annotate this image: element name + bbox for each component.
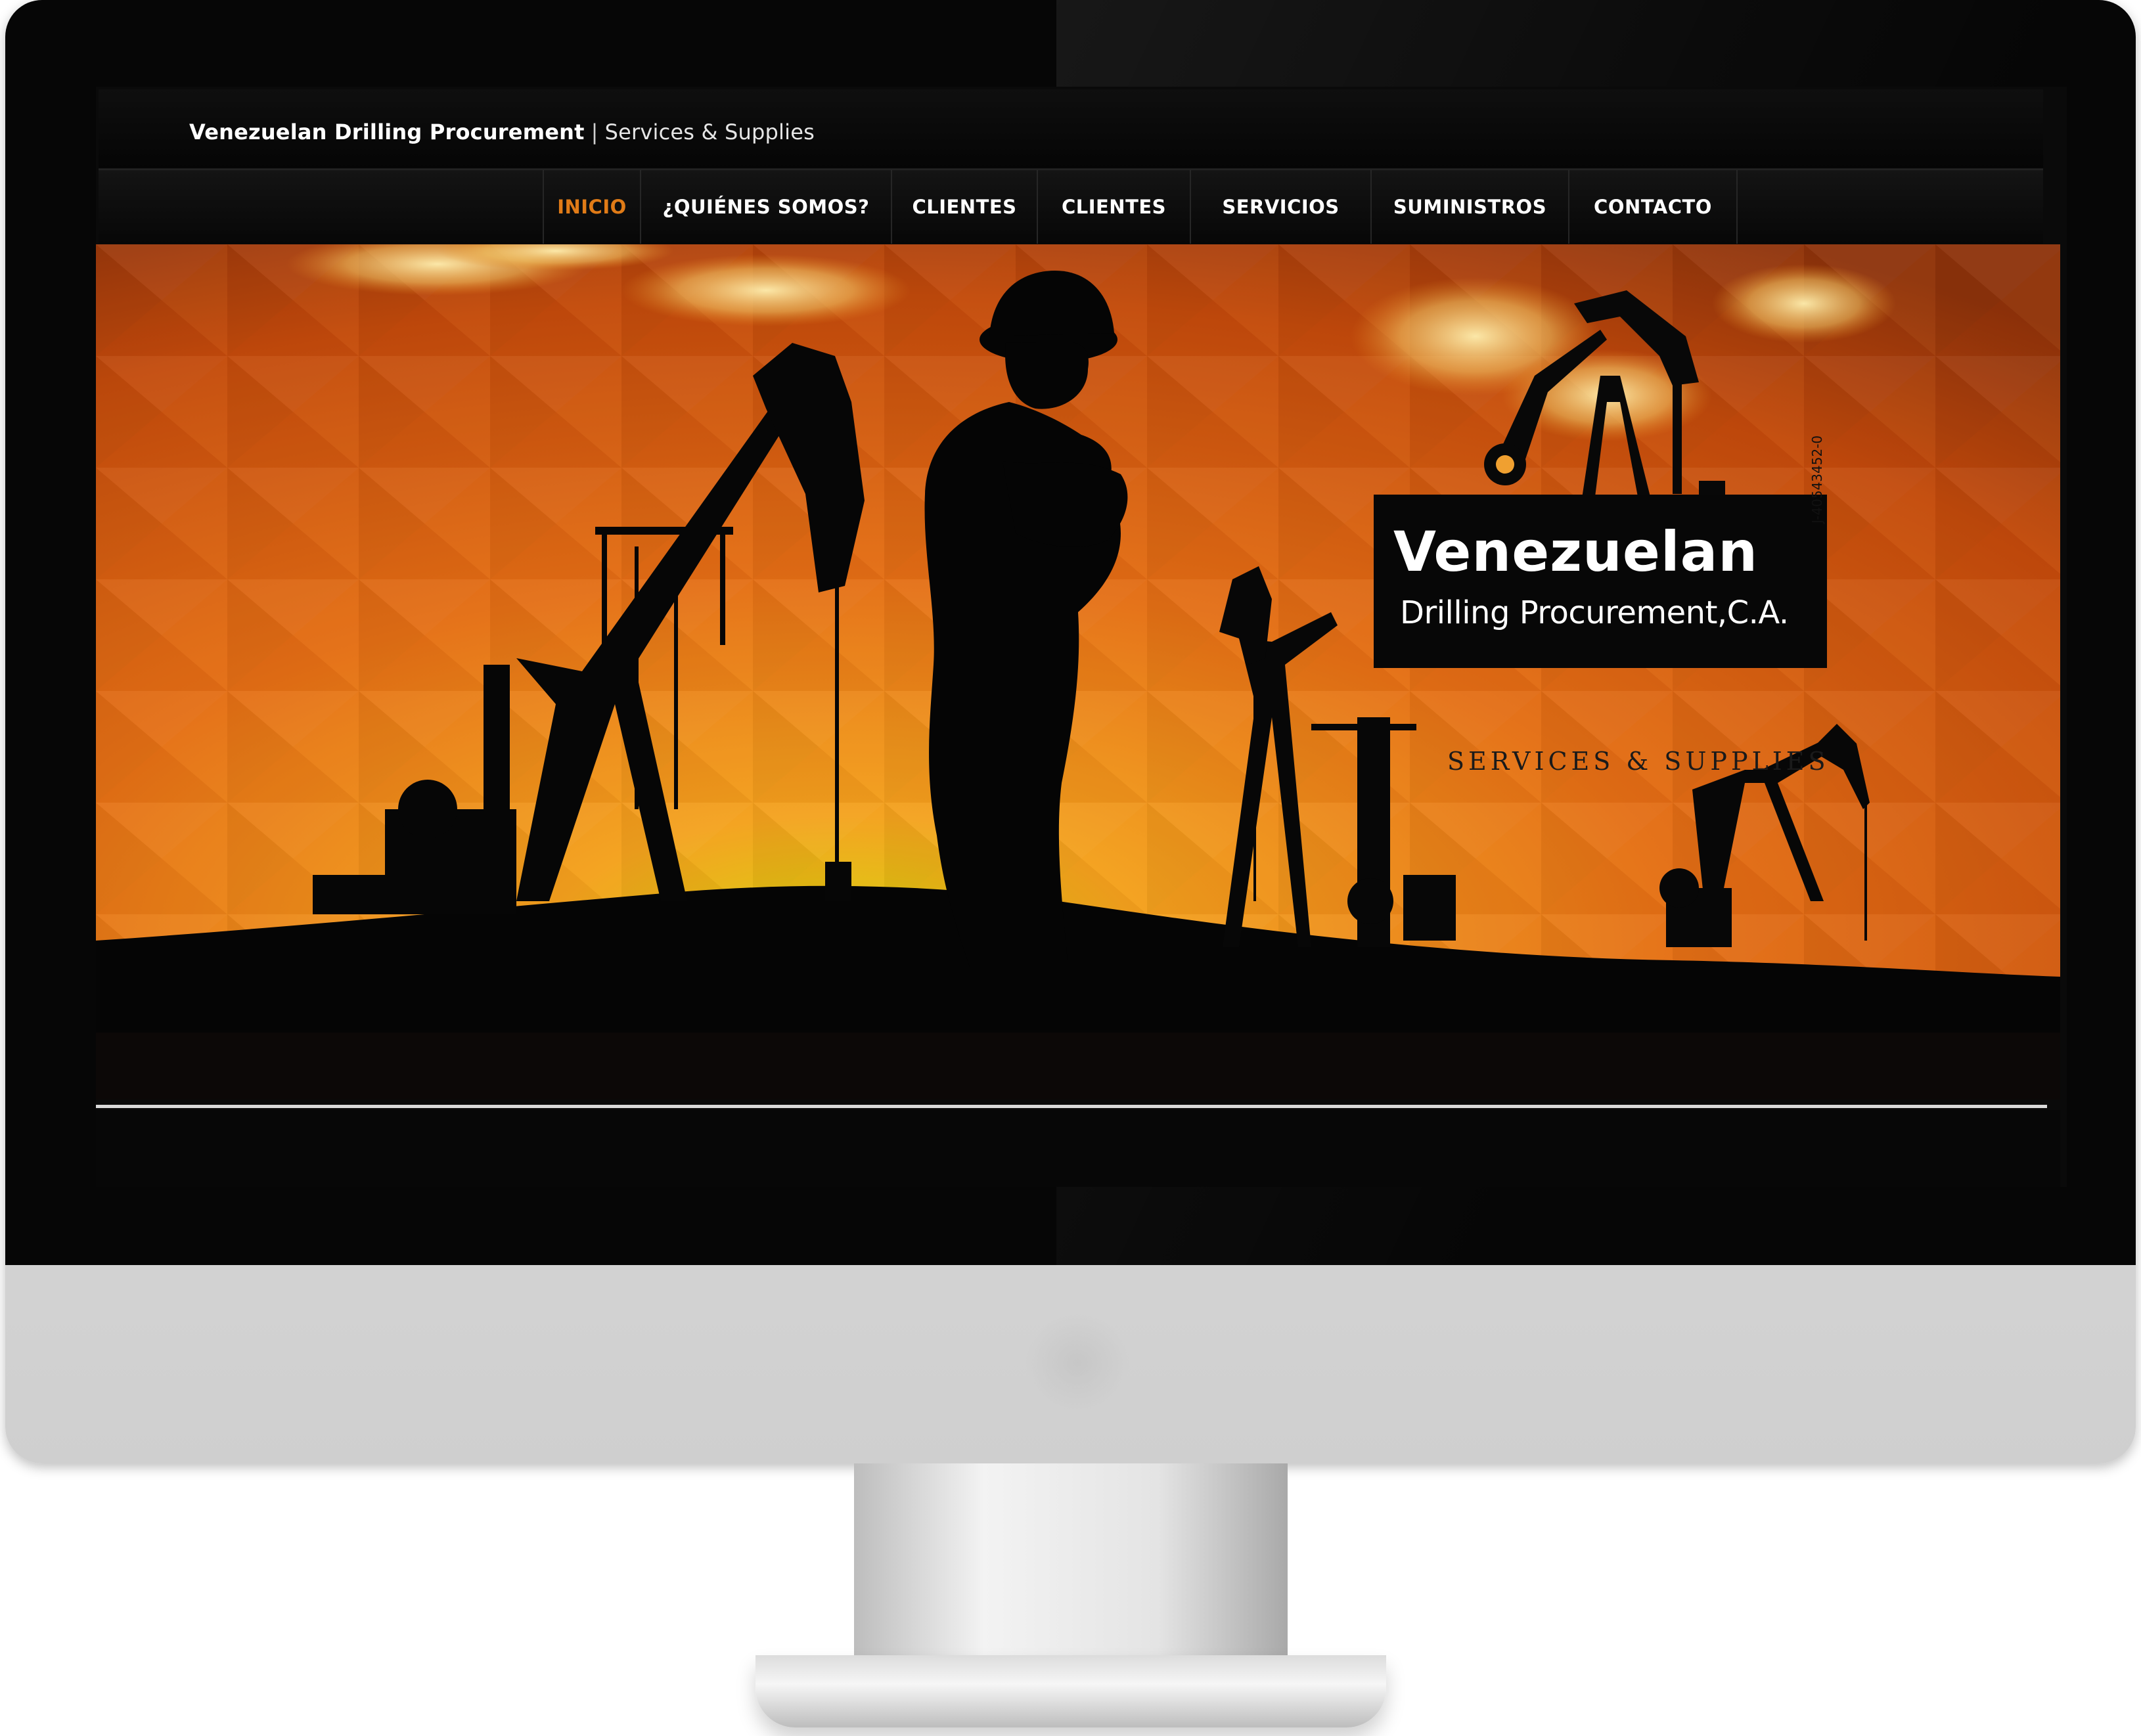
nav-item-contacto[interactable]: CONTACTO [1568, 170, 1738, 244]
logo-subtitle: Drilling Procurement,C.A. [1400, 594, 1789, 631]
mockup-stage: Venezuelan Drilling Procurement | Services… [0, 0, 2141, 1736]
nav-item-quienes-somos[interactable]: ¿QUIÉNES SOMOS? [640, 170, 891, 244]
nav-item-suministros[interactable]: SUMINISTROS [1370, 170, 1568, 244]
logo-rif-number: J-40543452-0 [1809, 435, 1825, 523]
logo-tagline: SERVICES & SUPPLIES [1447, 747, 1830, 776]
nav-item-inicio[interactable]: INICIO [543, 170, 640, 244]
main-navigation: INICIO ¿QUIÉNES SOMOS? CLIENTES CLIENTES… [99, 169, 2043, 244]
nav-item-servicios[interactable]: SERVICIOS [1190, 170, 1370, 244]
hero-banner [96, 244, 2060, 1100]
website-screen: Venezuelan Drilling Procurement | Services… [96, 87, 2067, 1187]
brand-logo-box: Venezuelan Drilling Procurement,C.A. [1374, 495, 1827, 668]
brand-tagline: Services & Supplies [604, 120, 815, 145]
monitor-stand [854, 1463, 1288, 1680]
footer-band [96, 1110, 2060, 1187]
logo-wordmark: Venezuelan [1393, 520, 1759, 584]
site-brand[interactable]: Venezuelan Drilling Procurement | Services… [189, 120, 815, 145]
top-header: Venezuelan Drilling Procurement | Services… [99, 89, 2043, 169]
nav-item-clientes[interactable]: CLIENTES [891, 170, 1037, 244]
brand-name: Venezuelan Drilling Procurement [189, 120, 585, 145]
brand-separator: | [591, 120, 598, 145]
nav-item-clientes-2[interactable]: CLIENTES [1037, 170, 1190, 244]
hero-divider [96, 1105, 2047, 1108]
apple-logo-icon [1025, 1314, 1130, 1412]
nav-list: INICIO ¿QUIÉNES SOMOS? CLIENTES CLIENTES… [543, 170, 1738, 244]
hero-illustration [96, 244, 2060, 1100]
monitor-stand-base [755, 1655, 1386, 1727]
